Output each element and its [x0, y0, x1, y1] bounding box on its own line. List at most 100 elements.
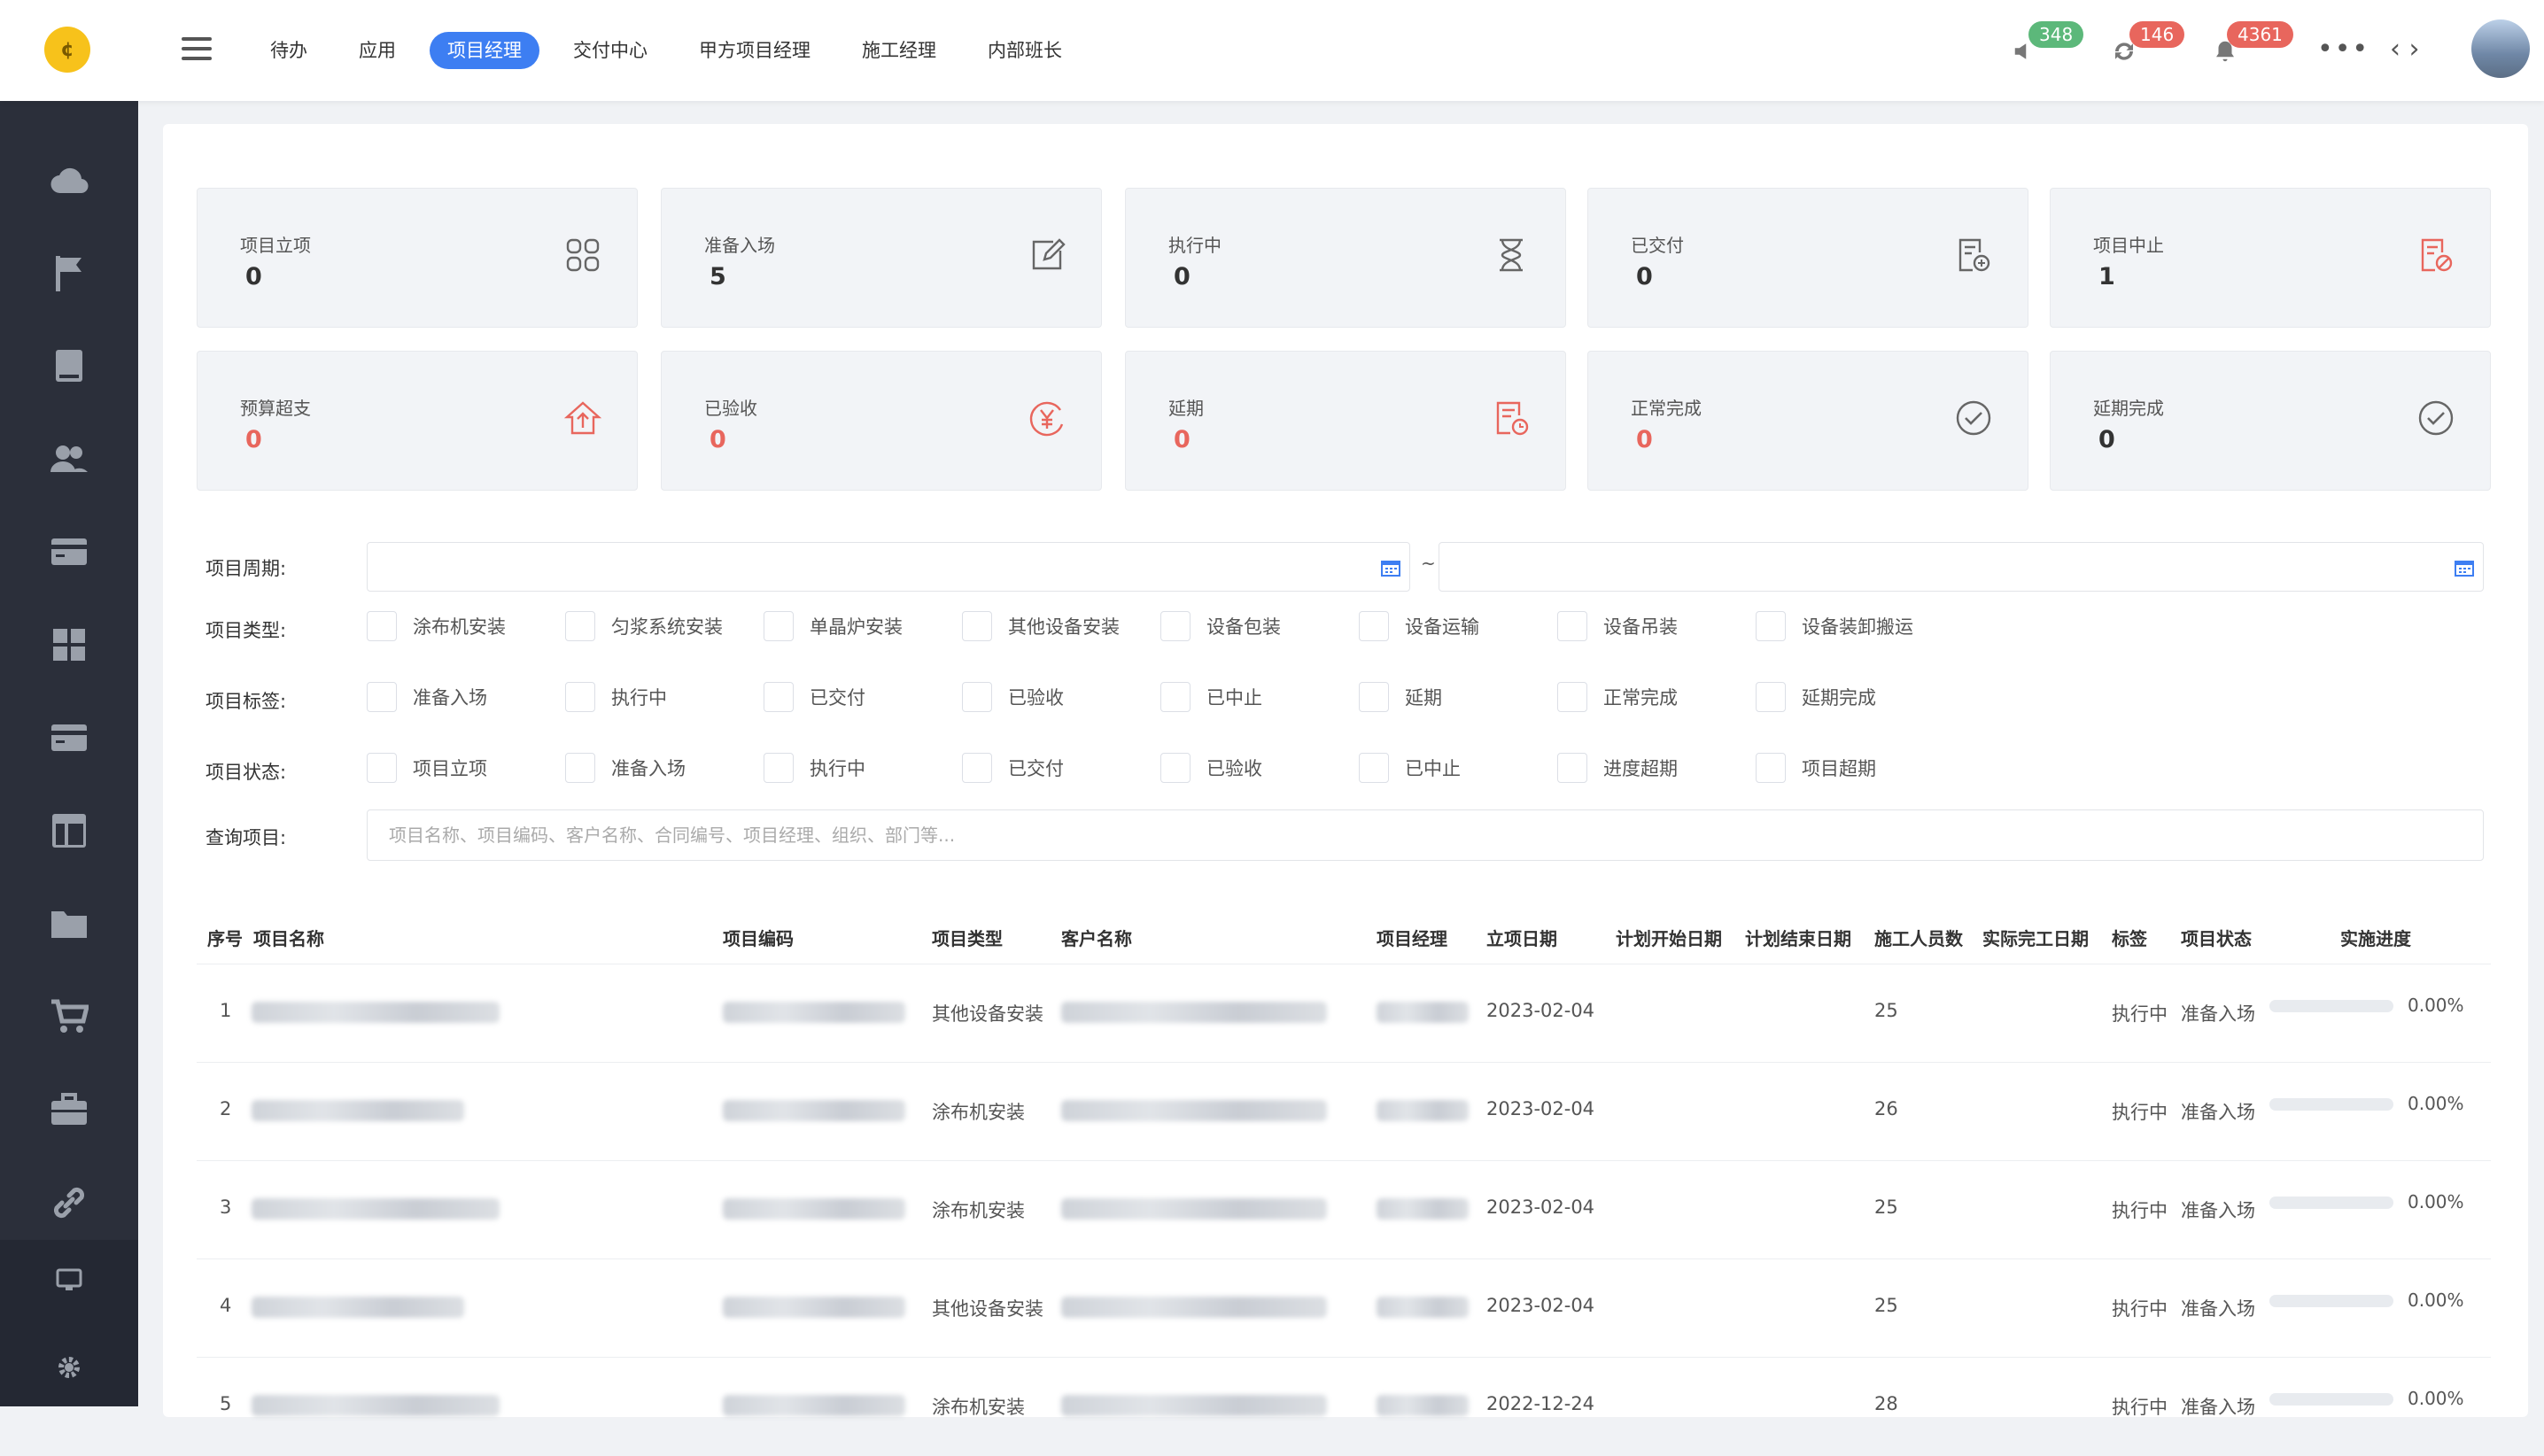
- card-icon[interactable]: [44, 527, 94, 577]
- nav-tab[interactable]: 交付中心: [573, 32, 648, 69]
- dashboard-icon[interactable]: [44, 620, 94, 670]
- end-date-input[interactable]: [1439, 542, 2484, 592]
- checkbox-box[interactable]: [565, 753, 595, 783]
- table-row[interactable]: 5 涂布机安装 2022-12-24 28 执行中 准备入场 0.00%: [197, 1357, 2491, 1456]
- checkbox-tag[interactable]: 已中止: [1160, 682, 1262, 712]
- column-header[interactable]: 计划结束日期: [1745, 925, 1851, 950]
- checkbox-statuse[interactable]: 进度超期: [1557, 753, 1678, 783]
- layout-icon[interactable]: [44, 806, 94, 856]
- column-header[interactable]: 项目类型: [932, 925, 1003, 950]
- column-header[interactable]: 序号: [207, 925, 243, 950]
- checkbox-box[interactable]: [1359, 611, 1389, 641]
- checkbox-statuse[interactable]: 已中止: [1359, 753, 1461, 783]
- stat-card[interactable]: 执行中 0: [1125, 188, 1566, 328]
- code-icon[interactable]: ‹ ›: [2390, 34, 2420, 65]
- checkbox-tag[interactable]: 延期: [1359, 682, 1442, 712]
- stat-card[interactable]: 延期 0: [1125, 351, 1566, 491]
- checkbox-type[interactable]: 涂布机安装: [367, 611, 506, 641]
- stat-card[interactable]: 准备入场 5: [661, 188, 1102, 328]
- checkbox-box[interactable]: [1557, 682, 1587, 712]
- settings-icon[interactable]: [44, 1343, 94, 1392]
- checkbox-type[interactable]: 单晶炉安装: [764, 611, 903, 641]
- checkbox-tag[interactable]: 执行中: [565, 682, 667, 712]
- checkbox-statuse[interactable]: 已交付: [962, 753, 1064, 783]
- checkbox-statuse[interactable]: 执行中: [764, 753, 865, 783]
- table-row[interactable]: 2 涂布机安装 2023-02-04 26 执行中 准备入场 0.00%: [197, 1062, 2491, 1161]
- nav-tab[interactable]: 施工经理: [862, 32, 936, 69]
- link-icon[interactable]: [44, 1178, 94, 1228]
- checkbox-box[interactable]: [962, 611, 992, 641]
- stat-card[interactable]: 项目中止 1: [2050, 188, 2491, 328]
- column-header[interactable]: 立项日期: [1486, 925, 1557, 950]
- card2-icon[interactable]: [44, 713, 94, 763]
- avatar[interactable]: [2471, 19, 2530, 78]
- checkbox-box[interactable]: [1557, 611, 1587, 641]
- table-row[interactable]: 4 其他设备安装 2023-02-04 25 执行中 准备入场 0.00%: [197, 1259, 2491, 1358]
- checkbox-box[interactable]: [1756, 682, 1786, 712]
- table-row[interactable]: 3 涂布机安装 2023-02-04 25 执行中 准备入场 0.00%: [197, 1160, 2491, 1259]
- checkbox-box[interactable]: [1756, 753, 1786, 783]
- checkbox-type[interactable]: 其他设备安装: [962, 611, 1120, 641]
- checkbox-tag[interactable]: 已交付: [764, 682, 865, 712]
- stat-card[interactable]: 正常完成 0: [1587, 351, 2028, 491]
- checkbox-box[interactable]: [1756, 611, 1786, 641]
- users-icon[interactable]: [44, 434, 94, 484]
- checkbox-box[interactable]: [367, 611, 397, 641]
- search-input[interactable]: 项目名称、项目编码、客户名称、合同编号、项目经理、组织、部门等...: [367, 809, 2484, 861]
- checkbox-box[interactable]: [1359, 682, 1389, 712]
- checkbox-box[interactable]: [367, 682, 397, 712]
- nav-tab[interactable]: 内部班长: [988, 32, 1062, 69]
- nav-tab[interactable]: 应用: [359, 32, 396, 69]
- checkbox-statuse[interactable]: 准备入场: [565, 753, 686, 783]
- briefcase-icon[interactable]: [44, 1085, 94, 1135]
- column-header[interactable]: 实施进度: [2340, 925, 2411, 950]
- checkbox-box[interactable]: [764, 611, 794, 641]
- column-header[interactable]: 项目编码: [723, 925, 794, 950]
- column-header[interactable]: 标签: [2112, 925, 2147, 950]
- more-icon[interactable]: •••: [2317, 34, 2369, 65]
- checkbox-type[interactable]: 设备装卸搬运: [1756, 611, 1913, 641]
- column-header[interactable]: 施工人员数: [1874, 925, 1963, 950]
- column-header[interactable]: 客户名称: [1061, 925, 1132, 950]
- column-header[interactable]: 项目状态: [2181, 925, 2252, 950]
- column-header[interactable]: 项目名称: [253, 925, 324, 950]
- monitor-icon[interactable]: [44, 1256, 94, 1305]
- flag-icon[interactable]: [44, 248, 94, 298]
- checkbox-tag[interactable]: 准备入场: [367, 682, 487, 712]
- book-icon[interactable]: [44, 341, 94, 391]
- stat-card[interactable]: 项目立项 0: [197, 188, 638, 328]
- table-row[interactable]: 1 其他设备安装 2023-02-04 25 执行中 准备入场 0.00%: [197, 964, 2491, 1063]
- checkbox-box[interactable]: [1160, 682, 1191, 712]
- checkbox-box[interactable]: [1557, 753, 1587, 783]
- checkbox-box[interactable]: [565, 682, 595, 712]
- column-header[interactable]: 项目经理: [1377, 925, 1447, 950]
- checkbox-box[interactable]: [764, 753, 794, 783]
- column-header[interactable]: 实际完工日期: [1982, 925, 2089, 950]
- nav-tab[interactable]: 甲方项目经理: [699, 32, 811, 69]
- start-date-input[interactable]: [367, 542, 1410, 592]
- checkbox-box[interactable]: [367, 753, 397, 783]
- stat-card[interactable]: 已交付 0: [1587, 188, 2028, 328]
- stat-card[interactable]: 预算超支 0: [197, 351, 638, 491]
- checkbox-box[interactable]: [565, 611, 595, 641]
- folder-icon[interactable]: [44, 899, 94, 949]
- checkbox-box[interactable]: [1160, 753, 1191, 783]
- checkbox-tag[interactable]: 延期完成: [1756, 682, 1876, 712]
- checkbox-type[interactable]: 匀浆系统安装: [565, 611, 723, 641]
- checkbox-statuse[interactable]: 已验收: [1160, 753, 1262, 783]
- checkbox-type[interactable]: 设备吊装: [1557, 611, 1678, 641]
- checkbox-type[interactable]: 设备运输: [1359, 611, 1479, 641]
- column-header[interactable]: 计划开始日期: [1616, 925, 1722, 950]
- checkbox-type[interactable]: 设备包装: [1160, 611, 1281, 641]
- menu-toggle-icon[interactable]: [182, 37, 212, 64]
- checkbox-box[interactable]: [962, 682, 992, 712]
- checkbox-box[interactable]: [764, 682, 794, 712]
- nav-tab[interactable]: 待办: [270, 32, 307, 69]
- checkbox-statuse[interactable]: 项目超期: [1756, 753, 1876, 783]
- cart-icon[interactable]: [44, 992, 94, 1042]
- checkbox-box[interactable]: [1359, 753, 1389, 783]
- checkbox-box[interactable]: [1160, 611, 1191, 641]
- checkbox-box[interactable]: [962, 753, 992, 783]
- checkbox-tag[interactable]: 已验收: [962, 682, 1064, 712]
- checkbox-tag[interactable]: 正常完成: [1557, 682, 1678, 712]
